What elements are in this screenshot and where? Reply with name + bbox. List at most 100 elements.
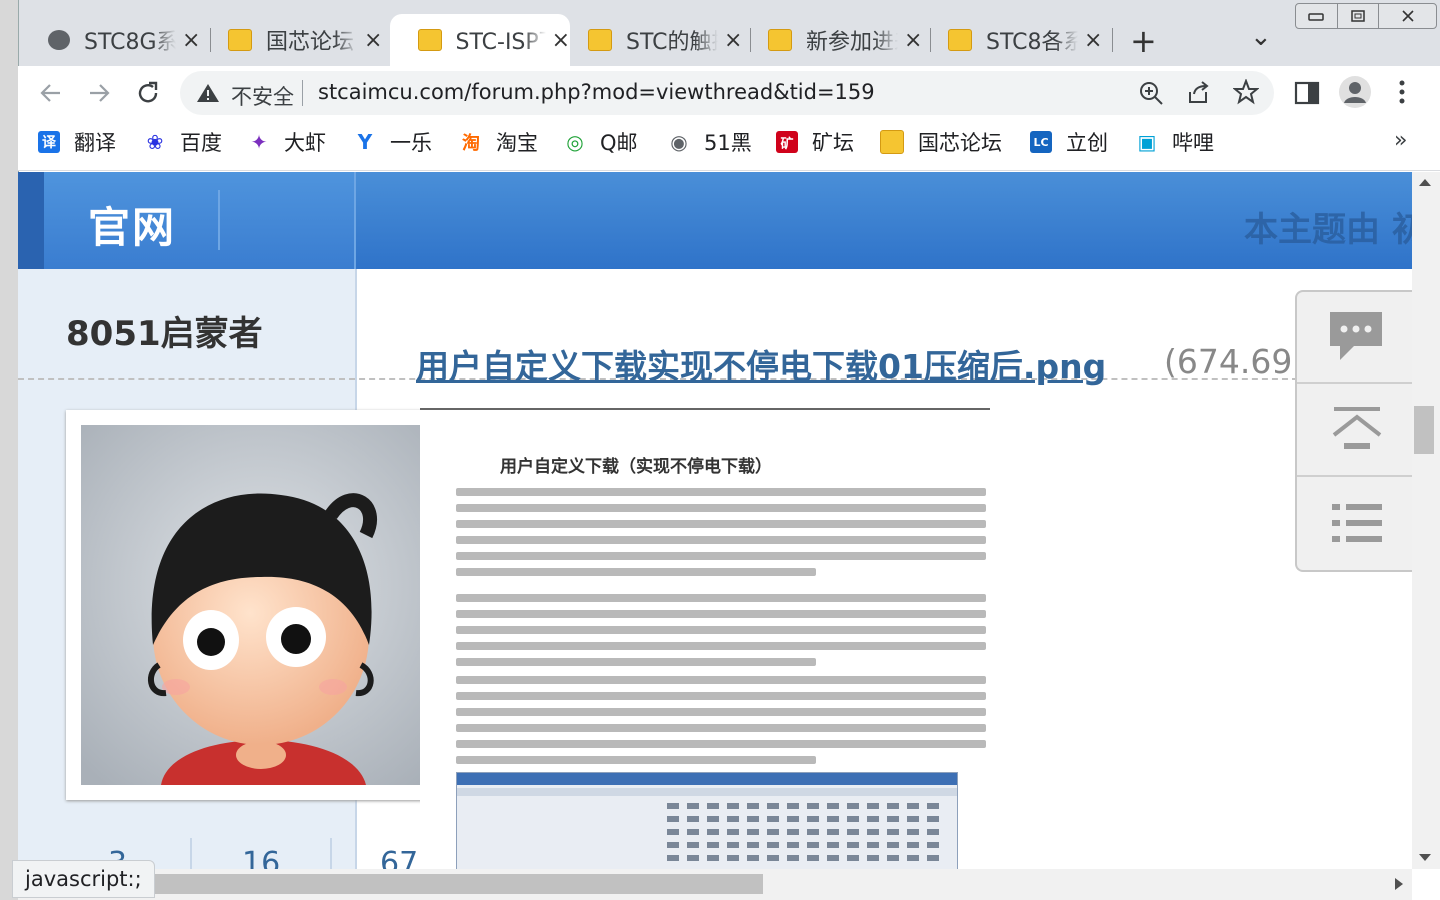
hex-cell	[887, 855, 899, 861]
tab-close-icon[interactable]: ×	[1084, 28, 1102, 53]
author-name[interactable]: 8051启蒙者	[66, 306, 263, 355]
bookmark-51hei[interactable]: ◉ 51黑	[668, 128, 751, 156]
kebab-menu-icon[interactable]	[1394, 79, 1410, 105]
tab-new-join[interactable]: 新参加进来 ×	[740, 14, 922, 66]
close-window-button[interactable]	[1379, 4, 1436, 28]
share-icon[interactable]	[1186, 80, 1212, 106]
tab-stc8g[interactable]: STC8G系列 ×	[20, 14, 200, 66]
doc-text-line	[456, 658, 816, 666]
hex-cell	[867, 829, 879, 835]
tab-stc-touch[interactable]: STC的触摸 ×	[560, 14, 742, 66]
hex-cell	[787, 829, 799, 835]
hex-cell	[787, 842, 799, 848]
header-accent	[18, 172, 44, 269]
doc-text-line	[456, 536, 986, 544]
vertical-scrollbar[interactable]	[1412, 172, 1440, 869]
hex-cell	[907, 855, 919, 861]
list-icon[interactable]	[1330, 500, 1384, 548]
tab-close-icon[interactable]: ×	[364, 28, 382, 53]
warning-triangle-icon[interactable]	[196, 82, 220, 104]
zoom-icon[interactable]	[1138, 80, 1164, 106]
folder-icon	[948, 29, 972, 51]
maximize-button[interactable]	[1338, 4, 1380, 28]
bookmark-kuangtan[interactable]: 矿矿坛	[776, 128, 854, 156]
hex-cell	[707, 803, 719, 809]
bookmark-baidu[interactable]: ❀ 百度	[144, 128, 222, 156]
profile-avatar-icon[interactable]	[1338, 75, 1372, 109]
bookmark-taobao[interactable]: 淘淘宝	[460, 128, 538, 156]
horizontal-scroll-thumb[interactable]	[155, 874, 763, 894]
bookmark-label: Q邮	[600, 131, 638, 155]
doc-text-line	[456, 626, 986, 634]
status-bubble: javascript:;	[12, 860, 155, 898]
url-text[interactable]: stcaimcu.com/forum.php?mod=viewthread&ti…	[318, 80, 875, 104]
tab-guoxin-forum[interactable]: 国芯论坛 ×	[200, 14, 382, 66]
folder-icon	[588, 29, 612, 51]
vertical-scroll-thumb[interactable]	[1414, 406, 1434, 454]
hex-cell	[707, 816, 719, 822]
qq-mail-icon: ◎	[566, 130, 584, 154]
tab-close-icon[interactable]: ×	[182, 28, 200, 53]
shrimp-icon: ✦	[250, 130, 268, 154]
scroll-right-arrow-icon[interactable]	[1393, 876, 1405, 892]
hex-cell	[687, 816, 699, 822]
doc-text-line	[456, 642, 986, 650]
hex-cell	[667, 842, 679, 848]
window-controls	[1295, 3, 1437, 29]
hex-cell	[687, 829, 699, 835]
bookmark-star-icon[interactable]	[1233, 79, 1259, 105]
globe-icon: ◉	[670, 130, 688, 154]
bookmarks-overflow-button[interactable]: »	[1394, 128, 1407, 153]
doc-text-line	[456, 610, 986, 618]
back-to-top-icon[interactable]	[1330, 405, 1384, 455]
hex-cell	[847, 816, 859, 822]
attachment-image[interactable]: 用户自定义下载（实现不停电下载）	[420, 400, 990, 874]
hex-cell	[687, 842, 699, 848]
bookmark-guoxin-forum[interactable]: 国芯论坛	[880, 128, 1002, 156]
doc-header-rule	[420, 408, 990, 410]
bookmark-yile[interactable]: Y 一乐	[354, 128, 432, 156]
bookmark-label: 矿坛	[812, 131, 854, 155]
side-panel-icon[interactable]	[1294, 80, 1320, 106]
tab-stc8-series[interactable]: STC8各系列 ×	[920, 14, 1102, 66]
bookmark-lichuang[interactable]: LC 立创	[1030, 128, 1108, 156]
bookmark-translate[interactable]: 译翻译	[38, 128, 116, 156]
hex-cell	[727, 803, 739, 809]
avatar[interactable]	[81, 425, 441, 785]
doc-text-line	[456, 594, 986, 602]
header-divider	[354, 172, 356, 269]
new-tab-button[interactable]: +	[1130, 22, 1157, 60]
screenshot-titlebar	[457, 773, 957, 785]
minimize-button[interactable]	[1296, 4, 1338, 28]
attachment-link[interactable]: 用户自定义下载实现不停电下载01压缩后.png	[416, 340, 1106, 388]
tab-label: STC-ISP下载	[455, 30, 546, 55]
tab-search-chevron-icon[interactable]: ⌄	[1250, 22, 1272, 52]
hex-cell	[827, 803, 839, 809]
hex-cell	[747, 855, 759, 861]
reload-icon[interactable]	[134, 79, 162, 107]
forward-arrow-icon[interactable]	[86, 80, 112, 106]
hex-cell	[767, 855, 779, 861]
antenna-icon: Y	[357, 130, 373, 154]
bookmark-bilibili[interactable]: ▣ 哔哩	[1136, 128, 1214, 156]
hex-cell	[707, 855, 719, 861]
site-logo[interactable]: 官网	[88, 194, 176, 255]
scroll-up-arrow-icon[interactable]	[1417, 176, 1433, 188]
hex-cell	[767, 842, 779, 848]
panel-divider	[1297, 475, 1415, 477]
bookmark-qq-mail[interactable]: ◎ Q邮	[564, 128, 638, 156]
globe-icon	[48, 30, 70, 50]
doc-text-line	[456, 488, 986, 496]
bilibili-icon: ▣	[1137, 130, 1157, 154]
bookmark-daxia[interactable]: ✦ 大虾	[248, 128, 326, 156]
mining-icon: 矿	[776, 131, 798, 153]
security-label[interactable]: 不安全	[231, 81, 294, 111]
scroll-down-arrow-icon[interactable]	[1417, 852, 1433, 864]
folder-icon	[880, 130, 904, 154]
comment-icon[interactable]	[1326, 308, 1386, 364]
tab-stc-isp[interactable]: STC-ISP下载 ×	[390, 14, 570, 66]
background-window-edge	[0, 0, 19, 900]
back-arrow-icon[interactable]	[38, 80, 64, 106]
hex-cell	[827, 816, 839, 822]
hex-cell	[887, 816, 899, 822]
